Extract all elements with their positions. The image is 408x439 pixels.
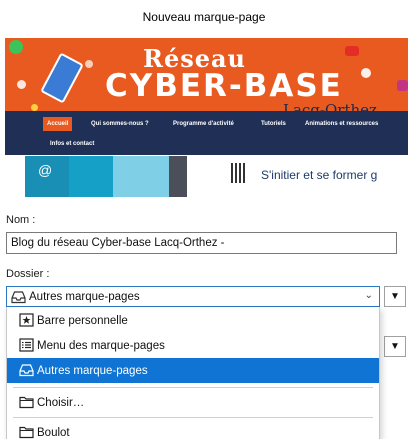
content-tile xyxy=(69,156,113,197)
folder-select[interactable]: Autres marque-pages ⌄ xyxy=(6,286,380,307)
dropdown-item-label: Menu des marque-pages xyxy=(37,339,165,352)
chevron-down-icon: ▼ xyxy=(390,341,400,352)
at-sign-icon: @ xyxy=(38,162,53,178)
youtube-icon xyxy=(345,46,359,56)
decorative-dot xyxy=(361,68,371,78)
site-nav-item: Programme d'activité xyxy=(173,121,234,127)
expand-folders-button[interactable]: ▼ xyxy=(384,286,406,307)
site-nav-item: Accueil xyxy=(43,117,73,131)
dropdown-item-label: Barre personnelle xyxy=(37,314,128,327)
expand-tags-button[interactable]: ▼ xyxy=(384,336,406,357)
site-nav-item: Qui sommes-nous ? xyxy=(91,121,149,127)
menu-list-icon xyxy=(19,338,34,352)
whatsapp-icon xyxy=(9,40,23,54)
dropdown-item-menu[interactable]: Menu des marque-pages xyxy=(7,333,379,358)
instagram-icon xyxy=(397,80,408,91)
site-nav-item: Animations et ressources xyxy=(305,121,379,127)
chevron-down-icon: ▼ xyxy=(390,291,400,302)
bookmarks-tray-icon xyxy=(11,290,26,303)
bookmarks-tray-icon xyxy=(19,364,34,377)
site-nav-item: Tutoriels xyxy=(261,121,286,127)
site-teaser-text: S'initier et se former g xyxy=(261,168,378,182)
barcode-icon xyxy=(231,163,245,183)
folder-label: Dossier : xyxy=(6,268,50,280)
dropdown-item-other[interactable]: Autres marque-pages xyxy=(7,358,379,383)
dropdown-item-folder[interactable]: Boulot xyxy=(7,420,379,439)
decorative-dot xyxy=(31,104,38,111)
site-logo-line2: CYBER-BASE xyxy=(105,68,343,104)
name-input[interactable] xyxy=(6,232,397,254)
dropdown-separator xyxy=(13,387,373,388)
dropdown-item-label: Boulot xyxy=(37,426,70,439)
decorative-dot xyxy=(17,80,26,89)
site-nav-item: Infos et contact xyxy=(50,141,95,147)
folder-dropdown-list: Barre personnelle Menu des marque-pages … xyxy=(6,307,380,439)
name-label: Nom : xyxy=(6,214,36,226)
dropdown-item-label: Choisir… xyxy=(37,396,85,409)
decorative-dot xyxy=(85,60,93,68)
content-tile xyxy=(113,156,169,197)
dialog-title: Nouveau marque-page xyxy=(142,10,266,24)
dropdown-item-toolbar[interactable]: Barre personnelle xyxy=(7,308,379,333)
site-nav-bar: Accueil Qui sommes-nous ? Programme d'ac… xyxy=(5,111,408,155)
folder-icon xyxy=(19,426,34,439)
chevron-down-icon: ⌄ xyxy=(364,290,373,301)
content-tile xyxy=(169,156,187,197)
dropdown-item-choose[interactable]: Choisir… xyxy=(7,390,379,415)
dropdown-separator xyxy=(13,417,373,418)
folder-select-value: Autres marque-pages xyxy=(29,290,140,303)
star-toolbar-icon xyxy=(19,313,34,327)
folder-icon xyxy=(19,396,34,409)
dropdown-item-label: Autres marque-pages xyxy=(37,364,148,377)
page-preview-image: Réseau CYBER-BASE Lacq-Orthez Accueil Qu… xyxy=(5,38,408,197)
